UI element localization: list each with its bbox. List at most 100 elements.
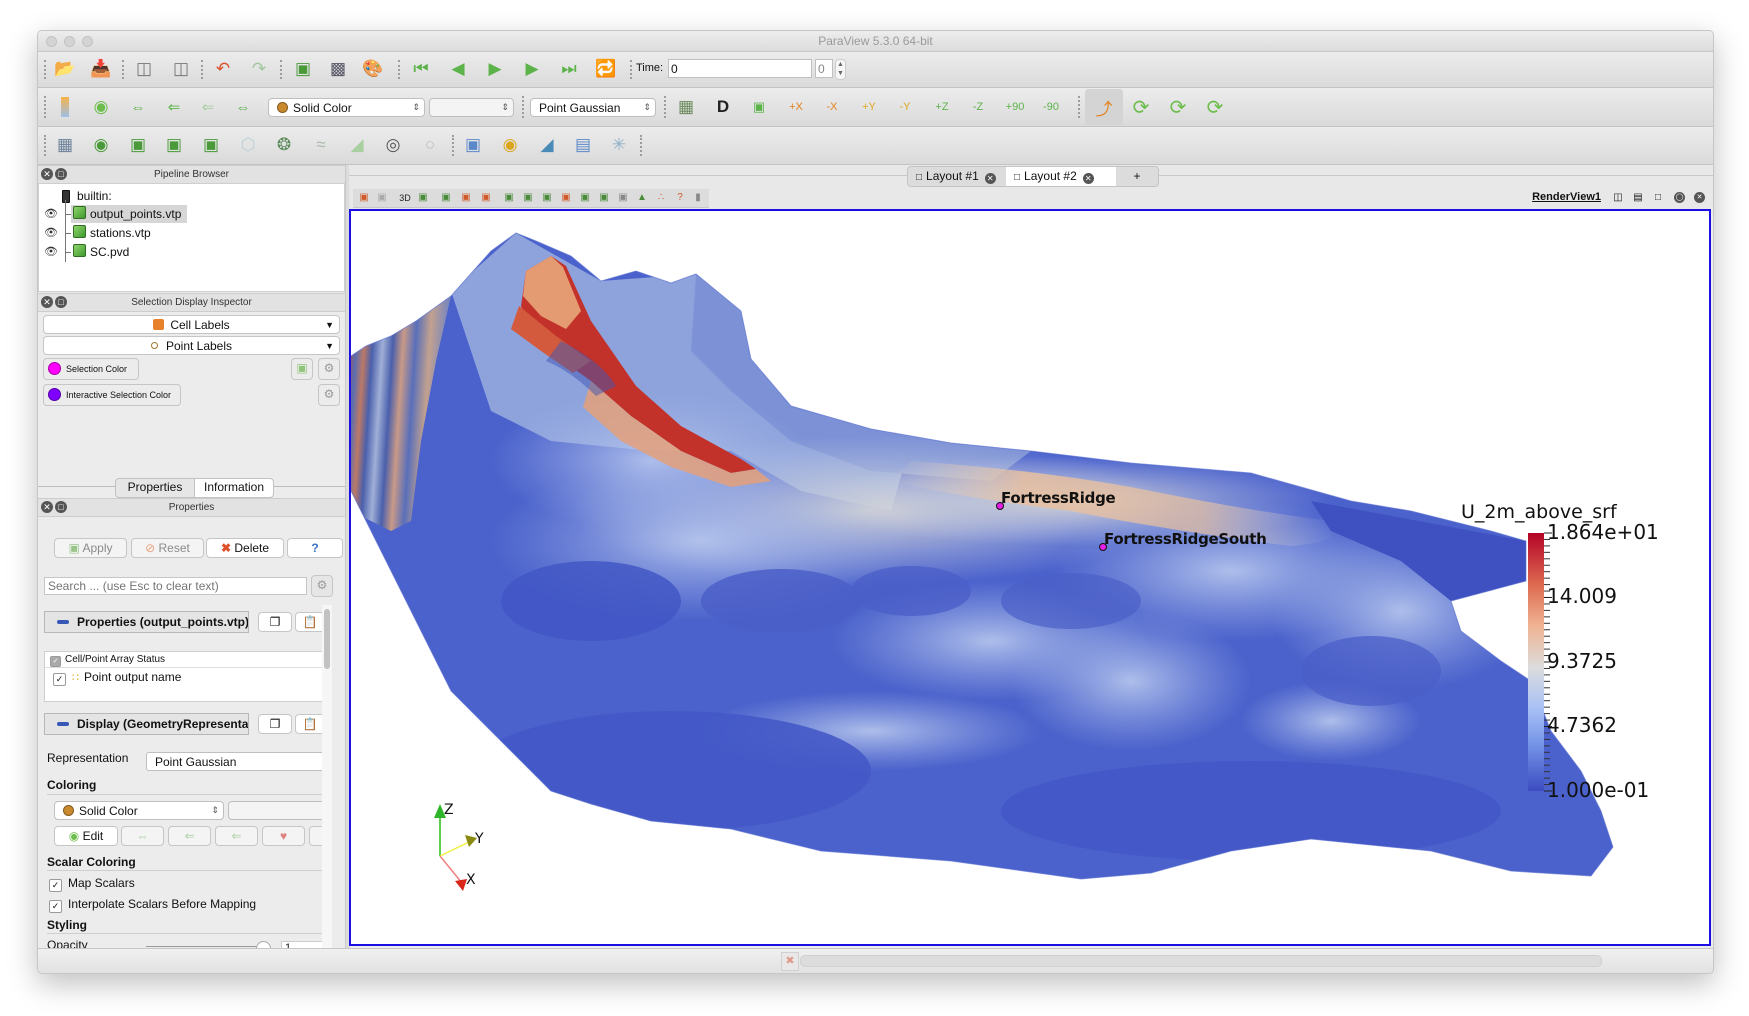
edit-color-map-icon[interactable]: ◉: [88, 94, 114, 120]
view-plus-y-icon[interactable]: +Y: [856, 94, 882, 120]
select-all-checkbox[interactable]: ✓: [50, 656, 61, 667]
rescale-temporal-range-button[interactable]: ⇐: [215, 826, 258, 846]
render-view-name[interactable]: RenderView1: [1532, 191, 1601, 203]
opacity-slider-track[interactable]: [146, 946, 258, 947]
close-view-icon[interactable]: ✕: [1694, 192, 1705, 203]
select-points-on-icon[interactable]: ▣: [459, 191, 473, 205]
hover-points-icon[interactable]: ▲: [635, 191, 649, 205]
reset-button[interactable]: ⊘ Reset: [131, 538, 204, 558]
eye-icon[interactable]: 👁: [44, 243, 58, 261]
view-minus-x-icon[interactable]: -X: [819, 94, 845, 120]
interpolate-scalars-checkbox[interactable]: ✓: [49, 900, 62, 913]
capture-view-icon[interactable]: ▣: [375, 191, 389, 205]
advanced-settings-gear-icon[interactable]: ⚙: [311, 575, 333, 597]
rescale-visible-range-icon[interactable]: ⇔: [230, 94, 256, 120]
camera-undo-icon[interactable]: ▣: [416, 191, 430, 205]
interactive-selection-color-button[interactable]: Interactive Selection Color: [43, 384, 181, 406]
stream-tracer-icon[interactable]: ≈: [308, 132, 334, 158]
station-label[interactable]: FortressRidgeSouth: [1099, 530, 1267, 551]
copy-properties-icon[interactable]: ❐: [258, 612, 292, 632]
rescale-custom-range-button[interactable]: ⇐: [168, 826, 211, 846]
settings-gear-icon[interactable]: ⚙: [318, 384, 340, 406]
contour-icon[interactable]: ◉: [88, 132, 114, 158]
vertical-scrollbar[interactable]: [322, 605, 332, 955]
cut-icon[interactable]: ✳: [606, 132, 632, 158]
palette-icon[interactable]: 🎨: [360, 56, 386, 82]
close-tab-icon[interactable]: ✕: [1082, 173, 1094, 184]
close-dock-icon[interactable]: ✕: [41, 501, 53, 513]
select-cells-frustum-icon[interactable]: ▣: [479, 191, 493, 205]
toggle-orientation-axes-button[interactable]: ⤴: [1085, 89, 1123, 125]
save-state-icon[interactable]: ▣: [290, 56, 316, 82]
undo-icon[interactable]: ↶: [210, 56, 236, 82]
view-minus-z-icon[interactable]: -Z: [965, 94, 991, 120]
point-labels-button[interactable]: Point Labels ▼: [43, 336, 340, 355]
delete-button[interactable]: ✖ Delete: [206, 538, 284, 558]
extract-subset-icon[interactable]: ⬡: [235, 132, 261, 158]
view-plus-x-icon[interactable]: +X: [783, 94, 809, 120]
help-button[interactable]: ?: [287, 538, 343, 558]
add-layout-button[interactable]: +: [1116, 167, 1158, 186]
timestep-spinner[interactable]: ▲ ▼: [835, 59, 846, 80]
interactive-select-cells-icon[interactable]: ▣: [540, 191, 554, 205]
float-dock-icon[interactable]: □: [55, 168, 67, 180]
cell-labels-button[interactable]: Cell Labels ▼: [43, 315, 340, 334]
pipeline-item[interactable]: 👁 SC.pvd: [39, 243, 344, 261]
plot-data-over-time-icon[interactable]: ▤: [570, 132, 596, 158]
interactive-select-points-icon[interactable]: ▣: [559, 191, 573, 205]
clear-selection-icon[interactable]: ▮: [691, 191, 705, 205]
float-dock-icon[interactable]: □: [55, 501, 67, 513]
play-icon[interactable]: ▶: [482, 56, 508, 82]
split-horizontal-icon[interactable]: ◫: [1611, 191, 1625, 205]
last-frame-icon[interactable]: ⏭: [556, 56, 582, 82]
array-checkbox[interactable]: ✓: [53, 673, 66, 686]
glyph-icon[interactable]: ❂: [271, 132, 297, 158]
reset-camera-icon[interactable]: ▦: [673, 94, 699, 120]
eye-icon[interactable]: 👁: [44, 224, 58, 242]
tab-layout-1[interactable]: □ Layout #1 ✕: [908, 167, 1006, 186]
pipeline-root[interactable]: builtin:: [39, 187, 344, 205]
select-points-frustum-icon[interactable]: ▣: [502, 191, 516, 205]
coloring-dropdown[interactable]: Solid Color ⇕: [54, 801, 224, 820]
array-row[interactable]: ✓ ∷ Point output name: [53, 670, 181, 686]
hover-cells-icon[interactable]: ∴: [654, 191, 668, 205]
group-datasets-icon[interactable]: ◎: [380, 132, 406, 158]
restore-view-icon[interactable]: ◯: [1674, 192, 1685, 203]
rotate-plus-90-icon[interactable]: +90: [1002, 94, 1028, 120]
tab-layout-2[interactable]: □ Layout #2 ✕: [1006, 167, 1116, 186]
open-icon[interactable]: 📂: [52, 56, 78, 82]
component-select[interactable]: ⇕: [429, 98, 514, 117]
view-minus-y-icon[interactable]: -Y: [892, 94, 918, 120]
color-legend[interactable]: U_2m_above_srf 1.864e+01 14.009 9.3725 4.73…: [1451, 501, 1701, 802]
select-block-icon[interactable]: ▣: [521, 191, 535, 205]
select-polygon-cells-icon[interactable]: ▣: [578, 191, 592, 205]
show-center-icon[interactable]: ⟳: [1202, 94, 1228, 120]
rescale-range-icon[interactable]: ⇔: [125, 94, 151, 120]
rescale-temporal-range-icon[interactable]: ⇐: [195, 94, 221, 120]
split-vertical-icon[interactable]: ▤: [1631, 191, 1645, 205]
apply-button[interactable]: ▣ Apply: [54, 538, 127, 558]
reset-center-icon[interactable]: ⟳: [1165, 94, 1191, 120]
select-cells-on-icon[interactable]: ▣: [439, 191, 453, 205]
zoom-to-data-icon[interactable]: D: [710, 94, 736, 120]
representation-dropdown[interactable]: Point Gaussian: [146, 752, 327, 771]
query-icon[interactable]: ?: [673, 191, 687, 205]
timestep-input[interactable]: 0: [815, 59, 833, 78]
vertical-scrollbar-thumb[interactable]: [324, 609, 330, 669]
paste-properties-icon[interactable]: 📋: [295, 612, 325, 632]
tab-properties[interactable]: Properties: [115, 478, 195, 498]
threshold-icon[interactable]: ▣: [198, 132, 224, 158]
station-label[interactable]: FortressRidge: [996, 489, 1116, 510]
close-tab-icon[interactable]: ✕: [984, 173, 996, 184]
edit-color-button[interactable]: ◉ Edit: [54, 826, 118, 846]
display-section-header[interactable]: Display (GeometryRepresentation): [44, 713, 249, 735]
reset-view-icon[interactable]: ▣: [357, 191, 371, 205]
properties-section-header[interactable]: Properties (output_points.vtp): [44, 611, 249, 633]
rotate-minus-90-icon[interactable]: -90: [1038, 94, 1064, 120]
paste-display-icon[interactable]: 📋: [295, 714, 325, 734]
render-view[interactable]: Z Y X FortressRidge FortressRidgeSouth U…: [349, 209, 1711, 946]
component-dropdown[interactable]: [228, 801, 327, 820]
loop-icon[interactable]: 🔁: [593, 56, 619, 82]
calculator-icon[interactable]: ▦: [52, 132, 78, 158]
toggle-3d-button[interactable]: 3D: [396, 191, 414, 205]
